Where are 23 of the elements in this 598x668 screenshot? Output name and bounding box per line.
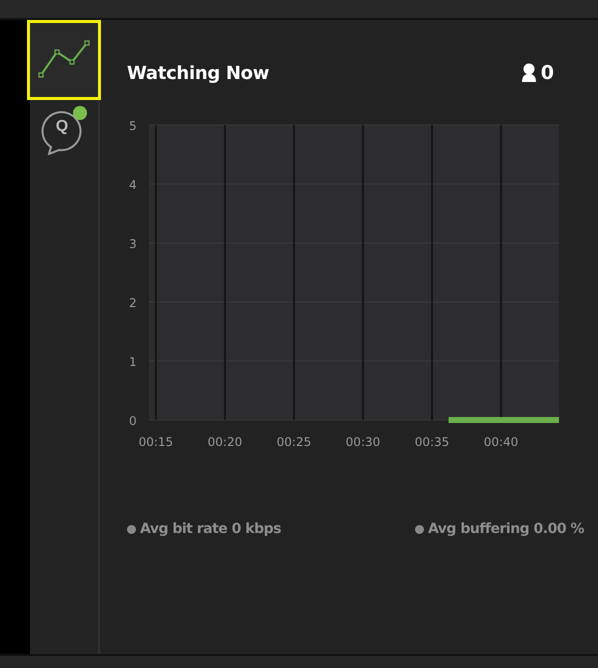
sidebar-tab[interactable] <box>27 20 101 100</box>
viewer-count: 0 <box>540 62 554 84</box>
x-axis-label: 00:15 <box>138 435 174 449</box>
y-axis-label: 3 <box>129 237 137 251</box>
y-axis-label: 0 <box>129 414 137 428</box>
x-axis-label: 00:20 <box>208 435 242 449</box>
person-icon <box>520 63 537 83</box>
x-axis-label: 00:40 <box>484 435 518 449</box>
notification-dot <box>73 106 87 120</box>
x-axis-label: 00:35 <box>414 435 450 449</box>
sidebar-tab[interactable]: Q <box>25 100 99 164</box>
y-axis-label: 1 <box>129 355 137 369</box>
line-chart-icon <box>38 40 90 80</box>
legend-dot <box>414 524 424 534</box>
legend-dot <box>127 524 136 534</box>
x-axis-label: 00:30 <box>346 435 380 449</box>
y-axis-label: 4 <box>129 178 137 192</box>
y-axis-label: 5 <box>129 119 137 133</box>
legend-label: Avg buffering 0.00 % <box>428 521 584 537</box>
legend-label: Avg bit rate 0 kbps <box>140 521 281 537</box>
panel-title: Watching Now <box>127 62 270 84</box>
x-axis-label: 00:25 <box>276 435 312 449</box>
y-axis-label: 2 <box>129 296 137 310</box>
